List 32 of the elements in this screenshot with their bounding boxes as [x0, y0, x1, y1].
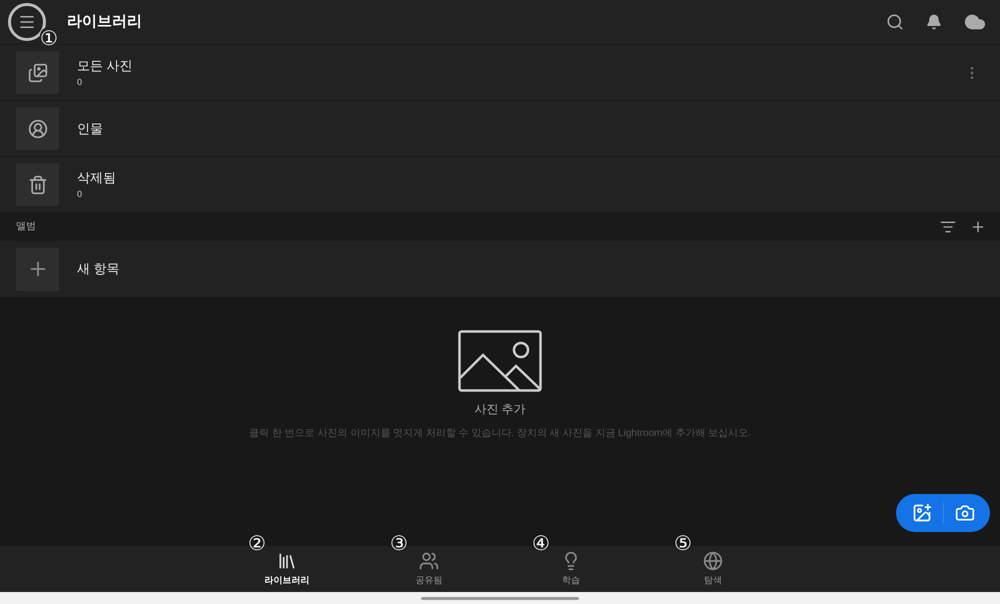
item-title: 인물	[77, 120, 103, 138]
library-item[interactable]: 모든 사진 0	[0, 44, 1000, 100]
globe-icon	[703, 550, 723, 571]
menu-icon	[18, 13, 36, 31]
photos-icon	[28, 62, 48, 82]
new-album-item[interactable]: 새 항목	[0, 241, 1000, 297]
library-item[interactable]: 인물	[0, 100, 1000, 156]
item-title: 새 항목	[77, 260, 120, 278]
item-title: 모든 사진	[77, 57, 133, 75]
annotation-number: ②	[248, 532, 266, 556]
books-icon	[277, 550, 297, 571]
section-label: 앨범	[16, 220, 36, 234]
annotation-number: ⑤	[674, 532, 692, 556]
library-item[interactable]: 삭제됨 0	[0, 156, 1000, 212]
sort-icon[interactable]	[940, 218, 956, 234]
item-count: 0	[77, 188, 84, 200]
page-title: 라이브러리	[67, 12, 142, 32]
image-icon	[458, 330, 542, 392]
empty-message: 클릭 한 번으로 사진의 이미지를 멋지게 처리할 수 있습니다. 장치의 새 사진을 지금 Lightroom에 추가해 보십시오.	[249, 427, 751, 441]
trash-icon	[28, 174, 48, 194]
person-icon	[28, 118, 48, 138]
item-title: 삭제됨	[77, 169, 116, 187]
item-count: 0	[77, 76, 84, 88]
search-icon[interactable]	[886, 13, 904, 31]
annotation-number: ④	[532, 532, 550, 556]
add-image-icon[interactable]	[912, 503, 932, 523]
empty-title: 사진 추가	[474, 401, 526, 418]
add-icon[interactable]	[970, 218, 986, 234]
annotation-number: ③	[390, 532, 408, 556]
bell-icon[interactable]	[926, 14, 942, 30]
camera-icon[interactable]	[954, 503, 974, 523]
people-icon	[419, 550, 439, 571]
